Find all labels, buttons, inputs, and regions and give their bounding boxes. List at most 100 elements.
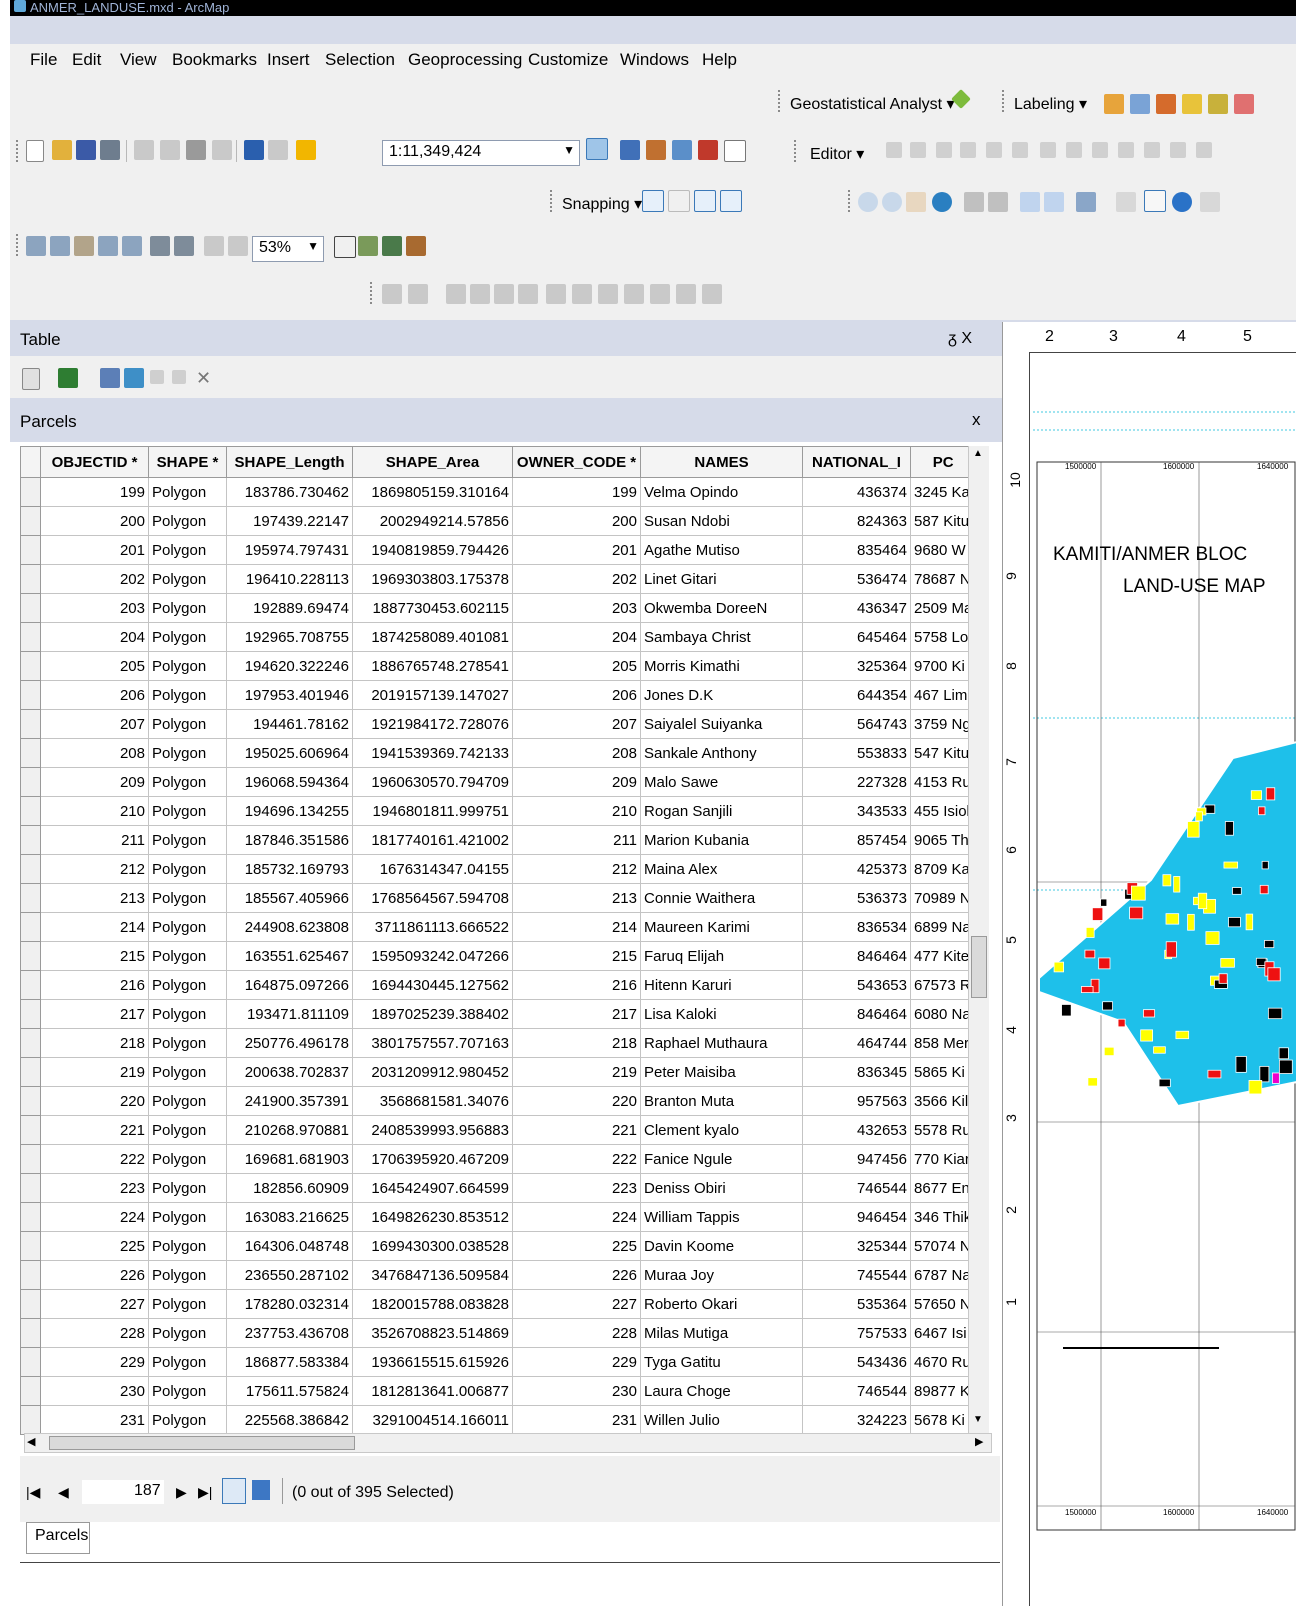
zoom-to-selected-table-icon[interactable] <box>172 370 186 384</box>
row-selector[interactable] <box>20 506 41 536</box>
table-cell[interactable]: Laura Choge <box>640 1376 803 1406</box>
table-cell[interactable]: Polygon <box>148 796 227 826</box>
row-selector[interactable] <box>20 738 41 768</box>
table-cell[interactable]: 947456 <box>802 1144 911 1174</box>
table-cell[interactable]: 225 <box>512 1231 641 1261</box>
table-cell[interactable]: 1869805159.310164 <box>352 477 513 507</box>
table-cell[interactable]: Polygon <box>148 1028 227 1058</box>
forward-extent-icon[interactable] <box>1044 192 1064 212</box>
layout-zoom-combo[interactable]: 53% ▼ <box>252 236 324 262</box>
row-selector[interactable] <box>20 912 41 942</box>
table-cell[interactable]: 455 Isiol <box>909 796 977 826</box>
menu-bookmarks[interactable]: Bookmarks <box>172 50 257 70</box>
row-selector[interactable] <box>20 970 41 1000</box>
column-header[interactable]: OBJECTID * <box>40 446 149 478</box>
table-row[interactable]: 205 Polygon 194620.322246 1886765748.278541… <box>20 651 977 681</box>
table-cell[interactable]: 3759 Ng <box>909 709 977 739</box>
table-cell[interactable]: 425373 <box>802 854 911 884</box>
menu-view[interactable]: View <box>120 50 157 70</box>
table-cell[interactable]: Milas Mutiga <box>640 1318 803 1348</box>
vertical-scroll-thumb[interactable] <box>971 936 987 998</box>
toolbar-grip[interactable] <box>370 282 376 304</box>
table-cell[interactable]: Polygon <box>148 1144 227 1174</box>
table-cell[interactable]: Polygon <box>148 970 227 1000</box>
table-row[interactable]: 207 Polygon 194461.78162 1921984172.728076 2… <box>20 709 977 739</box>
table-cell[interactable]: 199 <box>40 477 149 507</box>
scroll-right-icon[interactable]: ▶ <box>975 1435 983 1448</box>
table-row[interactable]: 218 Polygon 250776.496178 3801757557.707163… <box>20 1028 977 1058</box>
table-cell[interactable]: Polygon <box>148 738 227 768</box>
new-document-icon[interactable] <box>26 140 44 162</box>
table-cell[interactable]: 202 <box>40 564 149 594</box>
table-row[interactable]: 200 Polygon 197439.22147 2002949214.57856 20… <box>20 506 977 536</box>
column-header[interactable]: OWNER_CODE * <box>512 446 641 478</box>
row-selector[interactable] <box>20 1260 41 1290</box>
table-cell[interactable]: 182856.60909 <box>226 1173 353 1203</box>
table-of-contents-icon[interactable] <box>620 140 640 160</box>
table-cell[interactable]: Branton Muta <box>640 1086 803 1116</box>
table-cell[interactable]: 210 <box>512 796 641 826</box>
table-cell[interactable]: 1960630570.794709 <box>352 767 513 797</box>
table-cell[interactable]: 836534 <box>802 912 911 942</box>
zoom-to-selected-icon[interactable] <box>470 284 490 304</box>
toolbar-grip[interactable] <box>778 90 784 112</box>
table-cell[interactable]: Maina Alex <box>640 854 803 884</box>
table-cell[interactable]: 222 <box>40 1144 149 1174</box>
table-cell[interactable]: 212 <box>40 854 149 884</box>
table-cell[interactable]: 219 <box>40 1057 149 1087</box>
row-selector[interactable] <box>20 1173 41 1203</box>
table-cell[interactable]: Polygon <box>148 1173 227 1203</box>
table-cell[interactable]: Maureen Karimi <box>640 912 803 942</box>
table-cell[interactable]: 216 <box>40 970 149 1000</box>
table-cell[interactable]: Polygon <box>148 1231 227 1261</box>
table-cell[interactable]: 178280.032314 <box>226 1289 353 1319</box>
table-cell[interactable]: 746544 <box>802 1173 911 1203</box>
table-cell[interactable]: 3245 Ka <box>909 477 977 507</box>
redo-icon[interactable] <box>268 140 288 160</box>
identify-icon[interactable] <box>1172 192 1192 212</box>
menu-selection[interactable]: Selection <box>325 50 395 70</box>
table-cell[interactable]: 226 <box>40 1260 149 1290</box>
table-cell[interactable]: 215 <box>512 941 641 971</box>
edit-tool-icon[interactable] <box>886 142 902 158</box>
table-cell[interactable]: 195025.606964 <box>226 738 353 768</box>
find-icon[interactable] <box>1200 192 1220 212</box>
table-row[interactable]: 231 Polygon 225568.386842 3291004514.166011… <box>20 1405 977 1435</box>
table-cell[interactable]: 1887730453.602115 <box>352 593 513 623</box>
table-cell[interactable]: Morris Kimathi <box>640 651 803 681</box>
table-cell[interactable]: 212 <box>512 854 641 884</box>
table-cell[interactable]: 200 <box>512 506 641 536</box>
table-cell[interactable]: 214 <box>40 912 149 942</box>
table-cell[interactable]: 200638.702837 <box>226 1057 353 1087</box>
table-row[interactable]: 211 Polygon 187846.351586 1817740161.421002… <box>20 825 977 855</box>
attributes-icon[interactable] <box>1170 142 1186 158</box>
column-header[interactable]: NAMES <box>640 446 803 478</box>
table-cell[interactable]: 200 <box>40 506 149 536</box>
table-cell[interactable]: 227328 <box>802 767 911 797</box>
table-cell[interactable]: 645464 <box>802 622 911 652</box>
select-features-icon[interactable] <box>1076 192 1096 212</box>
toggle-draft-mode-icon[interactable] <box>334 236 356 258</box>
table-cell[interactable]: 194461.78162 <box>226 709 353 739</box>
show-all-records-icon[interactable] <box>222 1478 246 1504</box>
table-cell[interactable]: 206 <box>512 680 641 710</box>
table-cell[interactable]: 217 <box>40 999 149 1029</box>
table-options-icon[interactable] <box>22 368 40 390</box>
table-cell[interactable]: 197953.401946 <box>226 680 353 710</box>
table-cell[interactable]: Polygon <box>148 680 227 710</box>
row-selector[interactable] <box>20 593 41 623</box>
table-cell[interactable]: 187846.351586 <box>226 825 353 855</box>
edit-annotation-icon[interactable] <box>910 142 926 158</box>
column-header[interactable]: PC <box>909 446 977 478</box>
column-header[interactable]: SHAPE_Area <box>352 446 513 478</box>
table-cell[interactable]: Willen Julio <box>640 1405 803 1435</box>
table-cell[interactable]: 164875.097266 <box>226 970 353 1000</box>
toolbar-grip[interactable] <box>550 190 556 212</box>
zoom-whole-page-icon[interactable] <box>98 236 118 256</box>
table-cell[interactable]: Fanice Ngule <box>640 1144 803 1174</box>
table-row[interactable]: 210 Polygon 194696.134255 1946801811.999751… <box>20 796 977 826</box>
table-cell[interactable]: 217 <box>512 999 641 1029</box>
table-cell[interactable]: Polygon <box>148 825 227 855</box>
row-selector[interactable] <box>20 1318 41 1348</box>
table-cell[interactable]: 325364 <box>802 651 911 681</box>
